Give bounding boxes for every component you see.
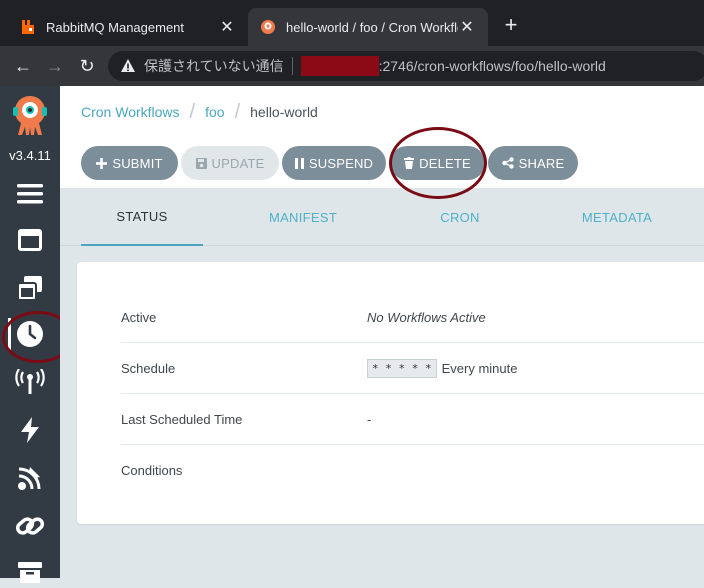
row-label: Active (121, 309, 157, 325)
tab-manifest[interactable]: MANIFEST (242, 188, 364, 246)
version-label: v3.4.11 (9, 148, 51, 163)
row-value: No Workflows Active (367, 309, 486, 325)
detail-row-schedule: Schedule * * * * * Every minute (121, 343, 704, 394)
back-arrow-icon[interactable]: ← (12, 55, 34, 77)
trash-icon (404, 157, 415, 169)
breadcrumb: Cron Workflows / foo / hello-world (60, 86, 704, 138)
share-label: SHARE (518, 155, 565, 171)
tab-status[interactable]: STATUS (81, 188, 203, 246)
update-button[interactable]: UPDATE (181, 146, 279, 180)
link-icon[interactable] (14, 510, 46, 542)
workflow-templates-icon[interactable] (14, 272, 46, 304)
schedule-description: Every minute (441, 360, 518, 376)
schedule-value: * * * * * Every minute (367, 358, 518, 378)
redacted-host (300, 56, 379, 76)
browser-tab-bar: RabbitMQ Management ✕ hello-world / foo … (0, 0, 704, 46)
argo-logo[interactable] (10, 94, 50, 138)
browser-tab-argo[interactable]: hello-world / foo / Cron Workflows ✕ (248, 8, 488, 46)
tab-metadata[interactable]: METADATA (556, 188, 678, 246)
cron-expression: * * * * * (367, 358, 437, 378)
share-icon (501, 157, 514, 169)
submit-button[interactable]: SUBMIT (81, 146, 178, 180)
reload-icon[interactable]: ↻ (76, 55, 98, 77)
divider (291, 57, 293, 75)
row-label: Conditions (121, 463, 183, 478)
row-value: - (367, 411, 372, 427)
detail-row-conditions: Conditions (121, 445, 704, 496)
browser-tab-rabbitmq[interactable]: RabbitMQ Management ✕ (8, 8, 248, 46)
plus-icon (96, 157, 108, 169)
update-label: UPDATE (211, 155, 265, 171)
row-label: Last Scheduled Time (121, 411, 243, 427)
breadcrumb-separator: / (189, 100, 196, 123)
breadcrumb-namespace[interactable]: foo (205, 104, 224, 120)
rabbitmq-icon (20, 19, 36, 35)
url-text: :2746/cron-workflows/foo/hello-world (378, 58, 606, 74)
delete-button[interactable]: DELETE (390, 146, 485, 180)
suspend-label: SUSPEND (308, 155, 374, 171)
app-sidebar: v3.4.11 (0, 86, 60, 583)
main-content: Cron Workflows / foo / hello-world SUBMI… (60, 86, 704, 578)
detail-row-last-scheduled: Last Scheduled Time - (121, 394, 704, 445)
event-flow-icon[interactable] (14, 462, 46, 494)
action-toolbar: SUBMIT UPDATE SUSPEND DELETE SHARE (60, 138, 704, 188)
clock-icon[interactable] (14, 318, 46, 350)
archive-icon[interactable] (14, 556, 46, 588)
url-field[interactable]: 保護されていない通信 :2746/cron-workflows/foo/hell… (108, 51, 704, 81)
breadcrumb-current: hello-world (250, 104, 318, 120)
event-sources-icon[interactable] (14, 366, 46, 398)
new-tab-button[interactable]: + (500, 14, 522, 36)
suspend-button[interactable]: SUSPEND (282, 146, 386, 180)
delete-label: DELETE (419, 155, 471, 171)
active-indicator (8, 318, 11, 350)
detail-row-active: Active No Workflows Active (121, 292, 704, 343)
breadcrumb-cron-workflows[interactable]: Cron Workflows (81, 104, 180, 120)
argo-icon (260, 19, 276, 35)
sensors-icon[interactable] (14, 414, 46, 446)
pause-icon (294, 157, 304, 169)
tab-cron[interactable]: CRON (399, 188, 521, 246)
warning-icon (121, 59, 135, 72)
breadcrumb-separator: / (234, 100, 241, 123)
workflows-icon[interactable] (14, 224, 46, 256)
browser-address-bar: ← → ↻ 保護されていない通信 :2746/cron-workflows/fo… (0, 46, 704, 86)
forward-arrow-icon[interactable]: → (44, 55, 66, 77)
submit-label: SUBMIT (112, 155, 163, 171)
security-label: 保護されていない通信 (144, 58, 284, 74)
save-icon (195, 157, 207, 169)
close-tab-icon[interactable]: ✕ (458, 17, 476, 37)
row-label: Schedule (121, 360, 176, 376)
tab-title: hello-world / foo / Cron Workflows (286, 19, 458, 35)
tab-title: RabbitMQ Management (46, 19, 185, 35)
menu-icon[interactable] (14, 178, 46, 210)
detail-tabs: STATUS MANIFEST CRON METADATA (60, 188, 704, 246)
status-panel: Active No Workflows Active Schedule * * … (77, 262, 704, 524)
close-tab-icon[interactable]: ✕ (218, 17, 236, 37)
share-button[interactable]: SHARE (488, 146, 578, 180)
